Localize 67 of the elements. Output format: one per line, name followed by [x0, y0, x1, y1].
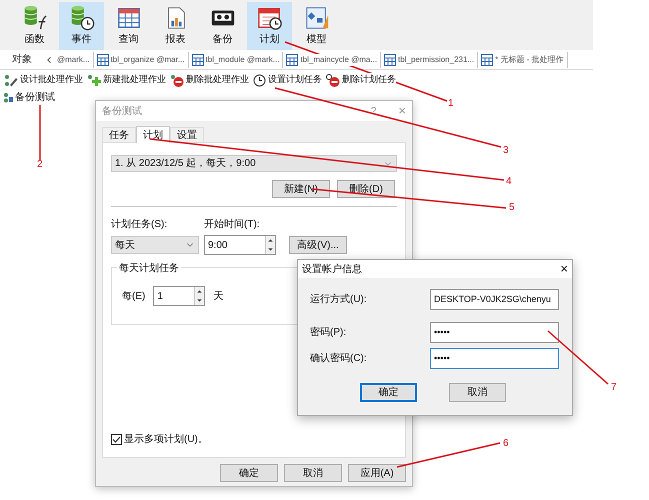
table-icon — [384, 54, 396, 66]
dialog-button[interactable]: 确定 — [220, 464, 278, 482]
objects-label: 对象 — [11, 52, 33, 67]
database-function-icon — [22, 5, 48, 31]
ribbon-button[interactable]: 计划 — [247, 2, 292, 50]
design-icon — [4, 74, 18, 86]
tab[interactable]: 计划 — [136, 126, 170, 143]
field-label: 密码(P): — [310, 326, 348, 340]
show-multiple-checkbox[interactable]: 显示多项计划(U)。 — [111, 432, 397, 447]
checkbox[interactable] — [111, 434, 122, 445]
start-time-field[interactable]: 9:00 — [204, 235, 276, 255]
start-time-label: 开始时间(T): — [204, 218, 260, 232]
input-field[interactable]: ••••• — [430, 322, 559, 343]
callout-number: 6 — [503, 439, 509, 449]
ribbon-button[interactable]: 查询 — [106, 2, 151, 50]
callout-number: 4 — [506, 177, 512, 187]
table-icon — [481, 54, 494, 66]
schedule-task-select[interactable]: 每天 — [111, 236, 199, 254]
toolbar-button[interactable]: 新建批处理作业 — [87, 73, 166, 87]
leader-line — [548, 330, 608, 385]
remove-icon — [170, 74, 184, 86]
toolbar-button[interactable]: 设计批处理作业 — [4, 73, 83, 87]
every-field[interactable]: 1 — [153, 286, 206, 306]
remove-icon — [326, 74, 340, 86]
ribbon-button[interactable]: 函数 — [12, 2, 57, 50]
dialog-button[interactable]: 应用(A) — [348, 464, 406, 482]
callout-number: 2 — [37, 160, 43, 170]
toolbar-button[interactable]: 删除批处理作业 — [170, 73, 249, 87]
dialog-button[interactable]: 确定 — [360, 383, 417, 402]
clock-icon — [253, 74, 266, 86]
callout-number: 5 — [509, 203, 515, 213]
batch-job-icon — [3, 92, 13, 103]
schedule-list-field[interactable]: 1. 从 2023/12/5 起，每天，9:00 — [111, 155, 397, 172]
every-label: 每(E) — [122, 290, 146, 304]
check-icon — [112, 435, 121, 444]
close-button[interactable]: × — [560, 259, 568, 279]
input-field[interactable]: DESKTOP-V0JK2SG\chenyu — [430, 289, 559, 310]
toolbar-button[interactable]: 删除计划任务 — [326, 73, 396, 87]
ribbon-button[interactable]: 报表 — [153, 2, 198, 50]
spin-buttons[interactable] — [194, 287, 204, 305]
table-icon — [286, 54, 298, 66]
field-label: 确认密码(C): — [310, 352, 368, 366]
unit-label: 天 — [213, 290, 224, 304]
leader-line — [39, 105, 41, 160]
database-clock-icon — [68, 5, 94, 31]
callout-number: 1 — [448, 99, 454, 109]
schedule-task-label: 计划任务(S): — [111, 218, 168, 232]
dialog-title: 设置帐户信息 — [302, 262, 363, 276]
table-icon — [96, 54, 109, 66]
dialog-button[interactable]: 取消 — [284, 464, 342, 482]
callout-number: 7 — [611, 383, 617, 393]
ribbon-button[interactable]: 事件 — [59, 2, 104, 50]
table-icon — [192, 54, 204, 66]
table-icon — [116, 5, 142, 31]
field-label: 运行方式(U): — [310, 292, 368, 307]
dialog-title: 备份测试 — [102, 104, 143, 118]
toolbar-button[interactable]: 设置计划任务 — [253, 73, 322, 87]
add-icon — [87, 74, 101, 86]
calendar-clock-icon — [256, 5, 282, 31]
dialog-button[interactable]: 取消 — [449, 383, 506, 402]
callout-number: 3 — [503, 146, 509, 156]
ribbon-button[interactable]: 模型 — [294, 2, 339, 50]
advanced-button[interactable]: 高级(V)... — [289, 236, 347, 254]
spin-buttons[interactable] — [265, 236, 275, 254]
input-field[interactable]: ••••• — [430, 348, 559, 369]
diagram-icon — [304, 5, 330, 31]
ribbon-button[interactable]: 备份 — [200, 2, 245, 50]
